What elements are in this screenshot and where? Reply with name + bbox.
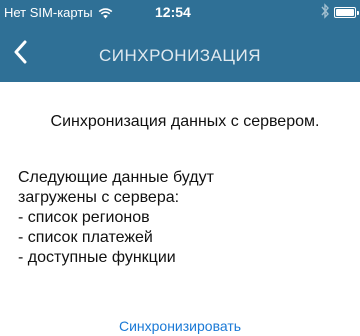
- sync-button[interactable]: Синхронизировать: [0, 318, 360, 334]
- bluetooth-icon: [321, 3, 329, 19]
- description-line: Следующие данные будут: [18, 169, 214, 186]
- carrier-label: Нет SIM-карты: [4, 5, 93, 20]
- page-title: СИНХРОНИЗАЦИЯ: [99, 46, 261, 65]
- navigation-bar: СИНХРОНИЗАЦИЯ: [0, 24, 360, 82]
- sync-description: Следующие данные будут загружены с серве…: [18, 168, 338, 268]
- battery-icon: [334, 7, 359, 18]
- sync-heading: Синхронизация данных с сервером.: [50, 113, 320, 130]
- status-time: 12:54: [155, 4, 191, 20]
- description-line: загружены с сервера:: [18, 189, 180, 206]
- top-bar: Нет SIM-карты 12:54 СИНХРОНИЗАЦИЯ: [0, 0, 360, 82]
- carrier-info: Нет SIM-карты: [4, 5, 113, 20]
- wifi-icon: [98, 7, 113, 18]
- status-bar: Нет SIM-карты 12:54: [0, 0, 360, 24]
- description-line: - список платежей: [18, 229, 153, 246]
- battery-fill: [336, 9, 354, 16]
- description-line: - список регионов: [18, 209, 150, 226]
- description-line: - доступные функции: [18, 249, 176, 266]
